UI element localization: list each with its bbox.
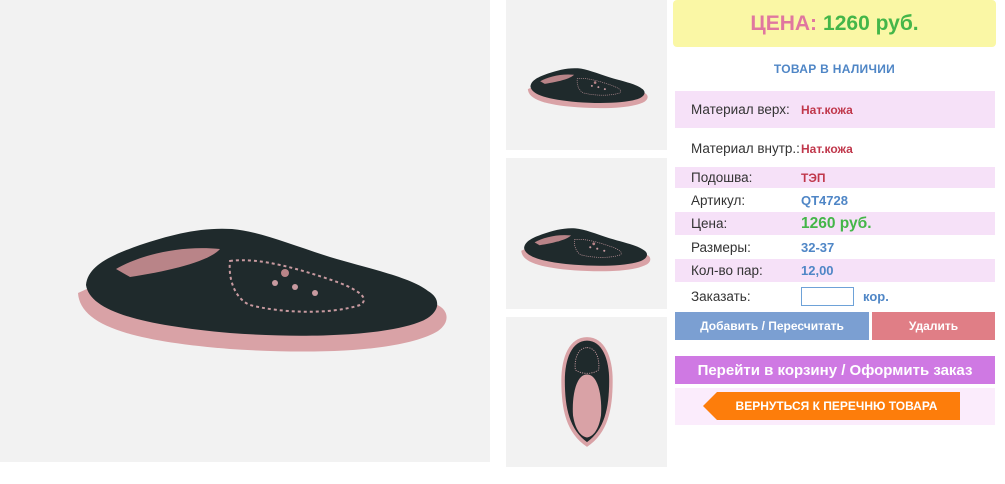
stock-status: ТОВАР В НАЛИЧИИ: [773, 62, 896, 76]
order-quantity-input[interactable]: [801, 286, 854, 306]
loafer-thumbnail-image: [510, 206, 660, 276]
thumbnail-1[interactable]: [506, 0, 667, 150]
property-label: Материал верх:: [691, 102, 790, 117]
property-label: Размеры:: [691, 239, 751, 255]
property-value: ТЭП: [801, 170, 826, 185]
loafer-top-thumbnail-image: [552, 320, 622, 464]
property-row: Артикул: QT4728: [675, 189, 995, 211]
property-label: Кол-во пар:: [691, 263, 763, 278]
order-label: Заказать:: [691, 288, 751, 304]
order-row: Заказать: кор.: [675, 284, 995, 308]
main-product-image: [0, 0, 490, 462]
property-row: Кол-во пар: 12,00: [675, 259, 995, 282]
property-value: 32-37: [801, 239, 835, 255]
back-to-list-button[interactable]: ВЕРНУТЬСЯ К ПЕРЕЧНЮ ТОВАРА: [703, 392, 960, 420]
property-row: Материал верх: Нат.кожа: [675, 91, 995, 128]
property-row: Материал внутр.: Нат.кожа: [675, 131, 995, 166]
property-value: Нат.кожа: [801, 141, 853, 156]
price-label: ЦЕНА:: [750, 11, 818, 35]
price-box: ЦЕНА: 1260 руб.: [673, 0, 996, 47]
loafer-thumbnail-image: [522, 45, 652, 115]
property-row: Подошва: ТЭП: [675, 167, 995, 188]
order-unit: кор.: [863, 288, 889, 304]
price-value: 1260 руб.: [823, 11, 919, 35]
thumbnail-3[interactable]: [506, 317, 667, 467]
go-to-cart-button[interactable]: Перейти в корзину / Оформить заказ: [675, 356, 995, 384]
property-label: Материал внутр.:: [691, 141, 800, 156]
loafer-image: [60, 165, 460, 365]
property-label: Подошва:: [691, 170, 753, 185]
delete-button[interactable]: Удалить: [872, 312, 995, 340]
property-value: 1260 руб.: [801, 214, 872, 232]
property-value: Нат.кожа: [801, 102, 853, 117]
property-row: Размеры: 32-37: [675, 236, 995, 258]
add-recalculate-button[interactable]: Добавить / Пересчитать: [675, 312, 869, 340]
property-value: QT4728: [801, 192, 848, 208]
property-row: Цена: 1260 руб.: [675, 212, 995, 235]
thumbnail-2[interactable]: [506, 158, 667, 309]
property-value: 12,00: [801, 263, 834, 278]
property-label: Цена:: [691, 216, 728, 231]
property-label: Артикул:: [691, 192, 746, 208]
